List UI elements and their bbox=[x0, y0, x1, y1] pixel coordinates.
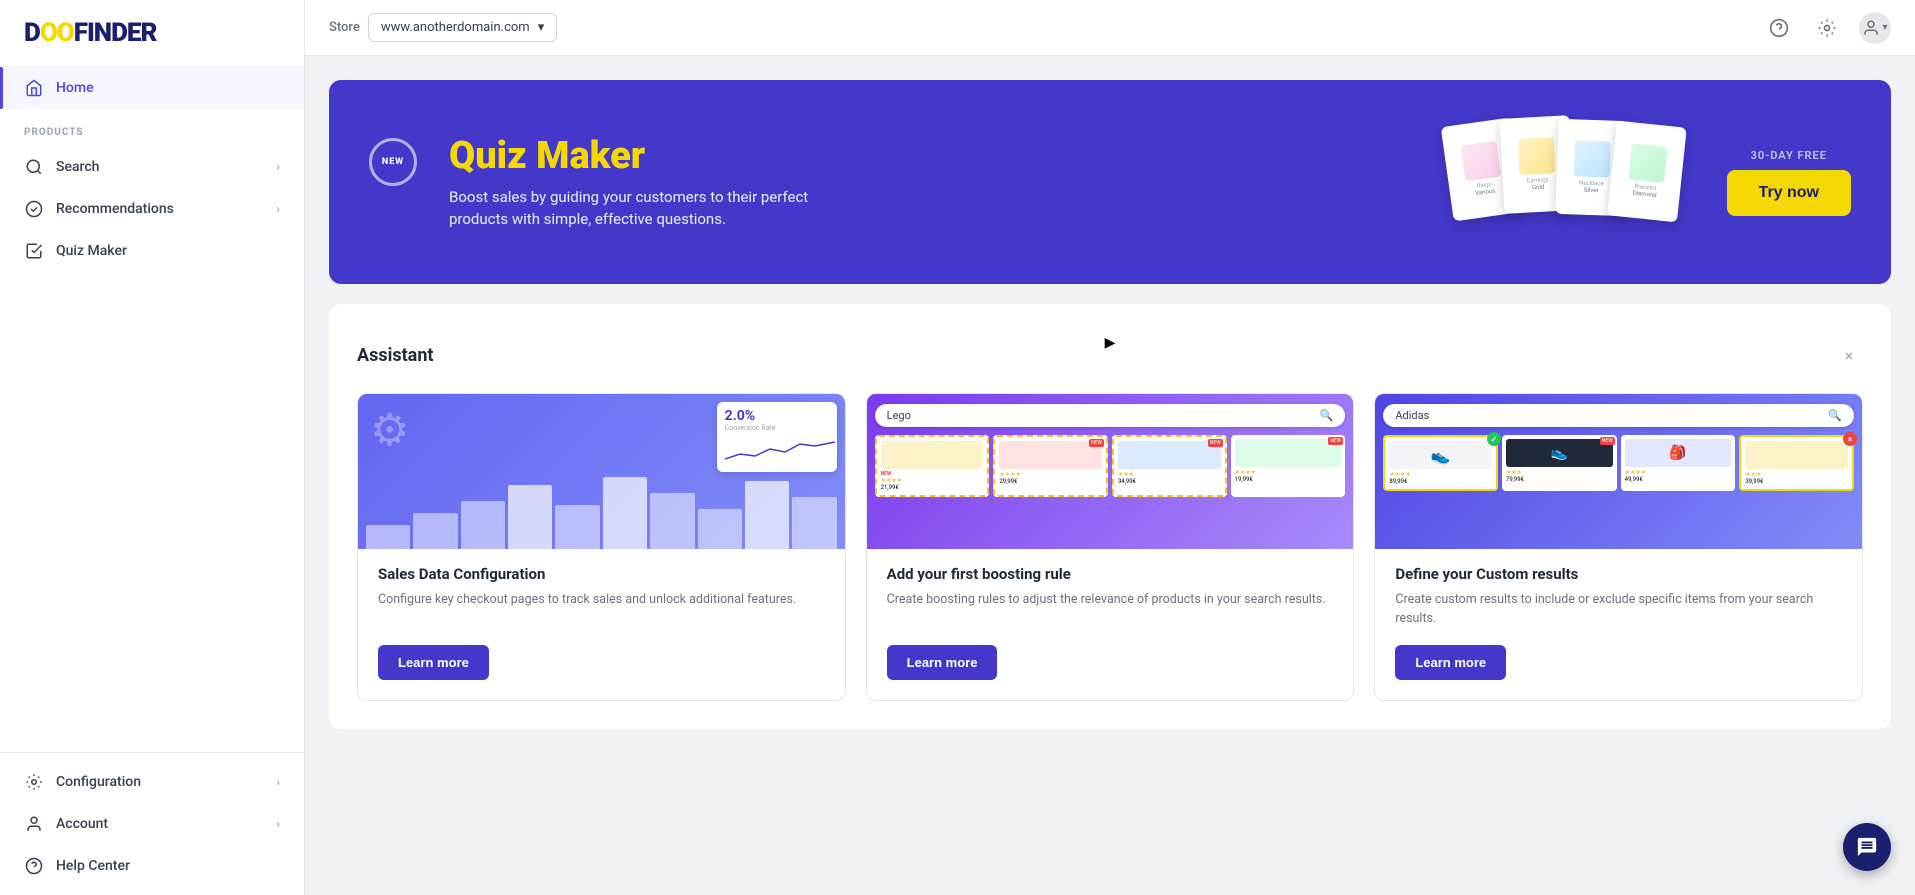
feature-card-img-custom: Adidas 🔍 ✓ 👟 ★★★★ 89,99€ bbox=[1375, 394, 1862, 549]
search-icon bbox=[24, 157, 44, 177]
user-avatar[interactable]: ▾ bbox=[1859, 12, 1891, 44]
sidebar-item-account[interactable]: Account › bbox=[0, 803, 304, 845]
sidebar-item-configuration[interactable]: Configuration › bbox=[0, 761, 304, 803]
chat-bubble[interactable] bbox=[1843, 823, 1891, 871]
boosting-card-desc: Create boosting rules to adjust the rele… bbox=[887, 591, 1334, 629]
feature-card-img-sales: ⚙ 2.0% Conversion Rate bbox=[358, 394, 845, 549]
sales-card-title: Sales Data Configuration bbox=[378, 565, 825, 583]
help-topbar-icon[interactable] bbox=[1763, 12, 1795, 44]
sidebar: DOOFINDER Home PRODUCTS Search › Recomme… bbox=[0, 0, 305, 895]
quiz-maker-banner: NEW Quiz Maker Boost sales by guiding yo… bbox=[329, 80, 1891, 284]
feature-card-boosting: Lego 🔍 NEW ★★★★ 21,99€ bbox=[866, 393, 1355, 701]
topbar-left: Store www.anotherdomain.com ▾ bbox=[329, 13, 557, 42]
banner-illustration: Rings Various Earrings Gold Necklace Sil… bbox=[1427, 112, 1727, 252]
banner-title: Quiz Maker bbox=[449, 134, 645, 178]
assistant-card: ▶ Assistant × ⚙ bbox=[329, 304, 1891, 729]
configuration-chevron-icon: › bbox=[276, 775, 280, 789]
search-chevron-icon: › bbox=[276, 160, 280, 174]
recommendations-icon bbox=[24, 199, 44, 219]
feature-card-custom-results: Adidas 🔍 ✓ 👟 ★★★★ 89,99€ bbox=[1374, 393, 1863, 701]
store-url: www.anotherdomain.com bbox=[381, 20, 530, 35]
products-section-label: PRODUCTS bbox=[0, 109, 304, 146]
quiz-icon bbox=[24, 241, 44, 261]
store-selector[interactable]: www.anotherdomain.com ▾ bbox=[368, 13, 557, 42]
help-icon bbox=[24, 856, 44, 876]
boosting-card-title: Add your first boosting rule bbox=[887, 565, 1334, 583]
boosting-learn-more-button[interactable]: Learn more bbox=[887, 645, 998, 680]
home-icon bbox=[24, 78, 44, 98]
logo-container: DOOFINDER bbox=[0, 0, 304, 67]
settings-topbar-icon[interactable] bbox=[1811, 12, 1843, 44]
recommendations-label: Recommendations bbox=[56, 201, 276, 217]
banner-content: NEW Quiz Maker Boost sales by guiding yo… bbox=[369, 134, 1427, 231]
custom-search-text: Adidas bbox=[1395, 409, 1429, 422]
app-logo: DOOFINDER bbox=[24, 18, 280, 48]
custom-search-icon: 🔍 bbox=[1828, 409, 1842, 422]
cursor-area: ▶ bbox=[357, 332, 1863, 351]
configuration-label: Configuration bbox=[56, 774, 276, 790]
topbar-right: ▾ bbox=[1763, 12, 1891, 44]
account-label: Account bbox=[56, 816, 276, 832]
topbar: Store www.anotherdomain.com ▾ ▾ bbox=[305, 0, 1915, 56]
feature-card-body-custom: Define your Custom results Create custom… bbox=[1375, 549, 1862, 700]
custom-card-desc: Create custom results to include or excl… bbox=[1395, 591, 1842, 629]
custom-card-title: Define your Custom results bbox=[1395, 565, 1842, 583]
sales-learn-more-button[interactable]: Learn more bbox=[378, 645, 489, 680]
sidebar-item-home[interactable]: Home bbox=[0, 67, 304, 109]
help-center-label: Help Center bbox=[56, 858, 280, 874]
feature-card-body-sales: Sales Data Configuration Configure key c… bbox=[358, 549, 845, 700]
sidebar-item-quiz-maker[interactable]: Quiz Maker bbox=[0, 230, 304, 272]
account-icon bbox=[24, 814, 44, 834]
configuration-icon bbox=[24, 772, 44, 792]
recommendations-chevron-icon: › bbox=[276, 202, 280, 216]
banner-card-4: Bracelet Diamond bbox=[1607, 121, 1687, 223]
sidebar-item-recommendations[interactable]: Recommendations › bbox=[0, 188, 304, 230]
new-badge: NEW bbox=[369, 138, 417, 186]
boosting-search-icon: 🔍 bbox=[1320, 409, 1334, 422]
sales-card-desc: Configure key checkout pages to track sa… bbox=[378, 591, 825, 629]
account-chevron-icon: › bbox=[276, 817, 280, 831]
sidebar-item-search[interactable]: Search › bbox=[0, 146, 304, 188]
quiz-maker-label: Quiz Maker bbox=[56, 243, 280, 259]
sidebar-item-help-center[interactable]: Help Center bbox=[0, 845, 304, 887]
banner-cta: 30-DAY FREE Try now bbox=[1727, 149, 1851, 216]
home-label: Home bbox=[56, 80, 280, 96]
store-dropdown-icon: ▾ bbox=[538, 20, 545, 35]
boosting-search-text: Lego bbox=[887, 409, 911, 422]
feature-card-sales-data: ⚙ 2.0% Conversion Rate bbox=[357, 393, 846, 701]
feature-cards-grid: ⚙ 2.0% Conversion Rate bbox=[357, 393, 1863, 701]
page-content: NEW Quiz Maker Boost sales by guiding yo… bbox=[305, 56, 1915, 753]
store-label: Store bbox=[329, 20, 360, 35]
banner-subtitle: Boost sales by guiding your customers to… bbox=[449, 186, 829, 231]
try-now-button[interactable]: Try now bbox=[1727, 170, 1851, 216]
main-content: Store www.anotherdomain.com ▾ ▾ bbox=[305, 0, 1915, 895]
sidebar-bottom: Configuration › Account › Help Center bbox=[0, 752, 304, 895]
feature-card-body-boosting: Add your first boosting rule Create boos… bbox=[867, 549, 1354, 700]
custom-learn-more-button[interactable]: Learn more bbox=[1395, 645, 1506, 680]
free-label: 30-DAY FREE bbox=[1751, 149, 1827, 162]
cursor-icon: ▶ bbox=[1105, 335, 1116, 351]
feature-card-img-boosting: Lego 🔍 NEW ★★★★ 21,99€ bbox=[867, 394, 1354, 549]
search-label: Search bbox=[56, 159, 276, 175]
